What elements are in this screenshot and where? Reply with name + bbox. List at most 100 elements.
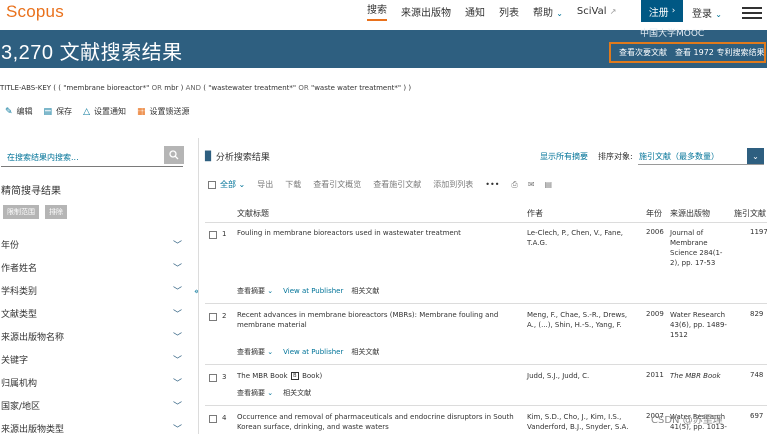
- sort-select[interactable]: 施引文献（最多数量） ⌄: [638, 148, 764, 165]
- page-title: 3,270 文献搜索结果: [1, 42, 183, 64]
- chevron-down-icon: ⌄: [267, 287, 274, 295]
- nav-help[interactable]: 帮助 ⌄: [533, 4, 563, 19]
- facet-year[interactable]: 年份 ﹀: [0, 233, 186, 256]
- nav-alerts[interactable]: 通知: [465, 4, 485, 19]
- row-checkbox[interactable]: [209, 231, 217, 239]
- chevron-down-icon: ﹀: [172, 425, 182, 434]
- menu-icon[interactable]: [742, 7, 762, 19]
- edit-button[interactable]: ✎ 编辑: [5, 106, 33, 117]
- result-source[interactable]: The MBR Book: [670, 371, 728, 381]
- column-cites[interactable]: 施引文献: [734, 208, 766, 219]
- chevron-down-icon: ﹀: [172, 264, 182, 274]
- result-source[interactable]: Journal of Membrane Science 284(1-2), pp…: [670, 228, 728, 268]
- select-all-dropdown[interactable]: 全部 ⌄: [220, 179, 245, 190]
- nav-lists[interactable]: 列表: [499, 4, 519, 19]
- result-title[interactable]: Occurrence and removal of pharmaceutical…: [237, 412, 522, 432]
- register-button[interactable]: 注册 ›: [641, 0, 683, 22]
- more-options-button[interactable]: •••: [485, 180, 499, 189]
- result-cites[interactable]: 829: [750, 310, 763, 318]
- result-year: 2011: [646, 371, 664, 379]
- result-authors[interactable]: Meng, F., Chae, S.-R., Drews, A., (...),…: [527, 310, 635, 330]
- set-feed-label: 设置馈送源: [149, 107, 190, 116]
- view-abstract-link[interactable]: 查看摘要 ⌄: [237, 286, 273, 296]
- facet-label: 作者姓名: [1, 264, 38, 274]
- related-documents-link[interactable]: 相关文献: [283, 388, 311, 398]
- bibliography-icon[interactable]: ▤: [545, 180, 553, 189]
- row-checkbox[interactable]: [209, 374, 217, 382]
- result-year: 2006: [646, 228, 664, 236]
- view-abstract-link[interactable]: 查看摘要 ⌄: [237, 347, 273, 357]
- facet-source-title[interactable]: 来源出版物名称 ﹀: [0, 325, 186, 348]
- nav-scival[interactable]: SciVal ↗: [577, 6, 617, 17]
- secondary-links: 查看次要文献 查看 1972 专利搜索结果: [609, 42, 766, 63]
- secondary-documents-link[interactable]: 查看次要文献: [619, 47, 667, 58]
- result-source[interactable]: Water Research 43(6), pp. 1489-1512: [670, 310, 728, 340]
- result-authors[interactable]: Kim, S.D., Cho, J., Kim, I.S., Vanderfor…: [527, 412, 635, 432]
- search-within-input[interactable]: [7, 151, 157, 163]
- row-checkbox[interactable]: [209, 313, 217, 321]
- facet-document-type[interactable]: 文献类型 ﹀: [0, 302, 186, 325]
- limit-to-button[interactable]: 限制范围: [3, 205, 39, 219]
- nav-help-label: 帮助: [533, 7, 553, 19]
- download-button[interactable]: 下载: [285, 179, 301, 190]
- row-number: 1: [222, 230, 227, 238]
- result-cites[interactable]: 748: [750, 371, 763, 379]
- query-actions: ✎ 编辑 ▤ 保存 △ 设置通知 ▦ 设置馈送源: [5, 106, 201, 117]
- show-all-abstracts-link[interactable]: 显示所有摘要: [540, 151, 588, 162]
- facet-keyword[interactable]: 关键字 ﹀: [0, 348, 186, 371]
- chevron-down-icon: ⌄: [267, 348, 274, 356]
- login-link[interactable]: 登录 ⌄: [692, 5, 722, 20]
- facet-source-type[interactable]: 来源出版物类型 ﹀: [0, 417, 186, 434]
- column-authors[interactable]: 作者: [527, 208, 543, 219]
- email-icon[interactable]: ✉: [528, 180, 535, 189]
- chevron-down-icon: ⌄: [556, 8, 563, 18]
- set-alert-button[interactable]: △ 设置通知: [83, 106, 126, 117]
- save-button[interactable]: ▤ 保存: [44, 106, 73, 117]
- row-checkbox[interactable]: [209, 415, 217, 423]
- result-title[interactable]: Recent advances in membrane bioreactors …: [237, 310, 522, 330]
- rss-icon: ▦: [136, 106, 146, 117]
- facet-author[interactable]: 作者姓名 ﹀: [0, 256, 186, 279]
- facet-subject-area[interactable]: 学科类别 ﹀: [0, 279, 186, 302]
- set-feed-button[interactable]: ▦ 设置馈送源: [137, 106, 190, 117]
- column-year[interactable]: 年份: [646, 208, 662, 219]
- chevron-down-icon: ﹀: [172, 402, 182, 412]
- analyze-results-label: 分析搜索结果: [215, 153, 270, 163]
- view-abstract-link[interactable]: 查看摘要 ⌄: [237, 388, 273, 398]
- result-authors[interactable]: Le-Clech, P., Chen, V., Fane, T.A.G.: [527, 228, 635, 248]
- nav-sources[interactable]: 来源出版物: [401, 4, 451, 19]
- column-source[interactable]: 来源出版物: [670, 208, 710, 219]
- related-documents-link[interactable]: 相关文献: [351, 347, 379, 357]
- sort-value: 施引文献（最多数量）: [639, 152, 719, 161]
- column-title[interactable]: 文献标题: [237, 208, 269, 219]
- print-icon[interactable]: ⎙: [511, 180, 517, 190]
- add-to-list-button[interactable]: 添加到列表: [433, 179, 473, 190]
- scopus-logo[interactable]: Scopus: [6, 2, 64, 22]
- chevron-down-icon: ﹀: [172, 287, 182, 297]
- query-term: "wastewater treatment*": [208, 84, 297, 92]
- result-title[interactable]: The MBR Book B Book): [237, 371, 522, 381]
- citation-overview-button[interactable]: 查看引文概览: [313, 179, 361, 190]
- result-authors[interactable]: Judd, S.J., Judd, C.: [527, 371, 635, 381]
- facet-affiliation[interactable]: 归属机构 ﹀: [0, 371, 186, 394]
- select-all-checkbox[interactable]: [208, 180, 216, 189]
- register-label: 注册: [648, 7, 669, 19]
- patent-results-link[interactable]: 查看 1972 专利搜索结果: [675, 47, 764, 58]
- view-at-publisher-link[interactable]: View at Publisher: [283, 287, 343, 295]
- exclude-button[interactable]: 排除: [45, 205, 67, 219]
- facet-country[interactable]: 国家/地区 ﹀: [0, 394, 186, 417]
- view-cited-by-button[interactable]: 查看施引文献: [373, 179, 421, 190]
- view-at-publisher-link[interactable]: View at Publisher: [283, 348, 343, 356]
- export-button[interactable]: 导出: [257, 179, 273, 190]
- query-term: "membrane bioreactor*": [63, 84, 150, 92]
- result-cites[interactable]: 697: [750, 412, 763, 420]
- result-links: 查看摘要 ⌄ 相关文献: [237, 388, 311, 398]
- nav-search[interactable]: 搜索: [367, 1, 387, 21]
- analyze-results-link[interactable]: ▉ 分析搜索结果: [205, 150, 270, 164]
- search-within-button[interactable]: [164, 146, 184, 164]
- result-cites[interactable]: 1197: [750, 228, 767, 236]
- row-number: 2: [222, 312, 227, 320]
- result-title[interactable]: Fouling in membrane bioreactors used in …: [237, 228, 522, 238]
- row-divider: [205, 303, 767, 304]
- related-documents-link[interactable]: 相关文献: [351, 286, 379, 296]
